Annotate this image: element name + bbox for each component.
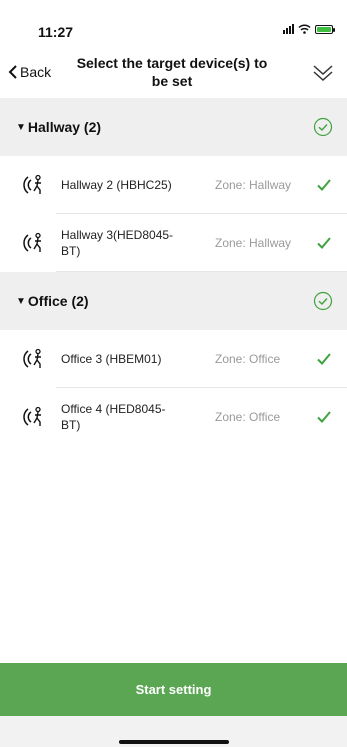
group-title: ▼ Hallway (2) bbox=[16, 119, 101, 135]
group-title-label: Office (2) bbox=[27, 293, 89, 309]
motion-sensor-icon bbox=[23, 348, 41, 368]
device-name: Hallway 2 (HBHC25) bbox=[61, 178, 172, 192]
checkmark-icon bbox=[317, 353, 331, 365]
signal-icon bbox=[283, 24, 294, 34]
motion-sensor-icon bbox=[23, 406, 41, 426]
device-list: ▼ Hallway (2) Hallway 2 (HBHC25) Zone: H… bbox=[0, 98, 347, 446]
device-zone: Zone: Hallway bbox=[215, 236, 292, 250]
caret-down-icon: ▼ bbox=[16, 295, 26, 307]
device-zone: Zone: Office bbox=[215, 410, 281, 424]
motion-sensor-icon bbox=[23, 174, 41, 194]
select-all-check-icon[interactable] bbox=[313, 117, 333, 137]
chevron-left-icon bbox=[8, 65, 17, 79]
motion-sensor-icon bbox=[23, 232, 41, 252]
group-title-label: Hallway (2) bbox=[27, 119, 102, 135]
device-row[interactable]: Hallway 2 (HBHC25) Zone: Hallway bbox=[0, 156, 347, 214]
device-name: Office 3 (HBEM01) bbox=[61, 352, 162, 366]
device-zone: Zone: Office bbox=[215, 352, 281, 366]
page-title: Select the target device(s) to be set bbox=[76, 55, 268, 89]
device-zone: Zone: Hallway bbox=[215, 178, 292, 192]
checkmark-icon bbox=[317, 411, 331, 423]
caret-down-icon: ▼ bbox=[16, 121, 26, 133]
group-header-office[interactable]: ▼ Office (2) bbox=[0, 272, 347, 330]
device-row[interactable]: Hallway 3(HED8045-BT) Zone: Hallway bbox=[0, 214, 347, 272]
start-setting-button[interactable]: Start setting bbox=[0, 663, 347, 716]
home-indicator-area bbox=[0, 716, 347, 747]
device-name: Hallway 3(HED8045-BT) bbox=[61, 228, 174, 258]
status-icons bbox=[283, 24, 335, 34]
back-label: Back bbox=[20, 64, 52, 80]
battery-icon bbox=[315, 24, 335, 34]
status-bar: 11:27 bbox=[0, 0, 347, 48]
checkmark-icon bbox=[317, 237, 331, 249]
device-name: Office 4 (HED8045-BT) bbox=[61, 402, 166, 432]
group-header-hallway[interactable]: ▼ Hallway (2) bbox=[0, 98, 347, 156]
back-button[interactable]: Back bbox=[8, 64, 51, 80]
double-chevron-down-icon[interactable] bbox=[311, 62, 335, 84]
device-row[interactable]: Office 4 (HED8045-BT) Zone: Office bbox=[0, 388, 347, 446]
select-all-check-icon[interactable] bbox=[313, 291, 333, 311]
nav-bar: Back Select the target device(s) to be s… bbox=[0, 48, 347, 98]
checkmark-icon bbox=[317, 179, 331, 191]
wifi-icon bbox=[298, 24, 311, 34]
group-title: ▼ Office (2) bbox=[16, 293, 89, 309]
status-time: 11:27 bbox=[38, 24, 74, 40]
device-row[interactable]: Office 3 (HBEM01) Zone: Office bbox=[0, 330, 347, 388]
home-indicator[interactable] bbox=[119, 740, 229, 744]
